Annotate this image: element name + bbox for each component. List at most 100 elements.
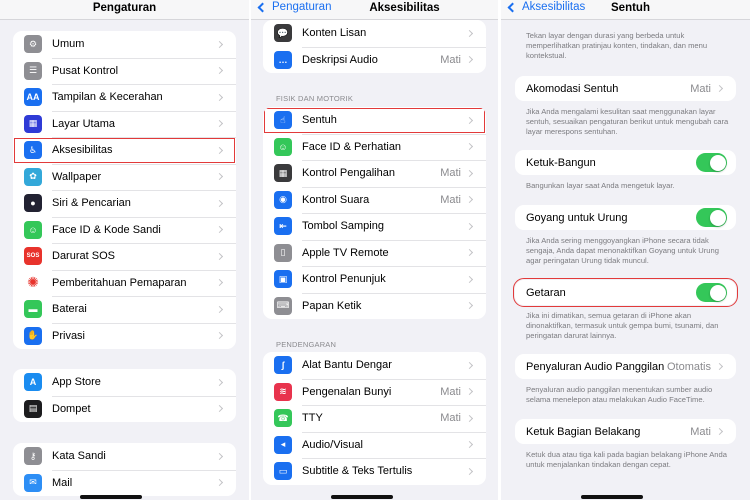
- setting-value: Mati: [690, 425, 711, 438]
- page-title: Sentuh: [611, 2, 650, 14]
- speech-bubble-icon: 💬: [274, 24, 292, 43]
- list-item-siri-and-pencarian[interactable]: ● Siri & Pencarian: [13, 190, 236, 217]
- battery-icon: ▬: [24, 300, 42, 319]
- list-item-audio-visual[interactable]: ◂ Audio/Visual: [263, 431, 486, 459]
- toggle-knob: [709, 154, 726, 171]
- chevron-right-icon: [465, 388, 474, 396]
- list-item-kontrol-suara[interactable]: ◉ Kontrol Suara Mati: [263, 186, 486, 214]
- list-item-darurat-sos[interactable]: SOS Darurat SOS: [13, 243, 236, 270]
- list-item-wallpaper[interactable]: ✿ Wallpaper: [13, 163, 236, 191]
- list-item-layar-utama[interactable]: ▦ Layar Utama: [13, 110, 236, 138]
- nav-bar: Aksesibilitas Sentuh: [501, 0, 750, 20]
- list-item-label: Kontrol Pengalihan: [302, 167, 395, 180]
- list-item-pengenalan-bunyi[interactable]: ≋ Pengenalan Bunyi Mati: [263, 378, 486, 406]
- page-title: Pengaturan: [92, 2, 157, 14]
- setting-footer: Ketuk dua atau tiga kali pada bagian bel…: [526, 450, 727, 469]
- list-item-aksesibilitas[interactable]: ♿ Aksesibilitas: [13, 137, 236, 164]
- setting-label: Penyaluran Audio Panggilan: [526, 360, 665, 373]
- list-item-face-id-and-kode-sandi[interactable]: ☺ Face ID & Kode Sandi: [13, 216, 236, 244]
- list-item-label: Tampilan & Kecerahan: [52, 91, 163, 104]
- list-item-label: Tombol Samping: [302, 220, 384, 233]
- chevron-right-icon: [465, 302, 474, 310]
- list-item-label: Mail: [52, 476, 73, 489]
- chevron-right-icon: [215, 40, 224, 48]
- list-item-sentuh[interactable]: ☝ Sentuh: [263, 107, 486, 134]
- list-item-label: Alat Bantu Dengar: [302, 359, 392, 372]
- setting-value: Otomatis: [666, 360, 711, 373]
- list-item-baterai[interactable]: ▬ Baterai: [13, 296, 236, 323]
- list-item-papan-ketik[interactable]: ⌨ Papan Ketik: [263, 292, 486, 320]
- chevron-right-icon: [465, 222, 474, 230]
- chevron-right-icon: [215, 279, 224, 287]
- list-item-kontrol-pengalihan[interactable]: ▦ Kontrol Pengalihan Mati: [263, 160, 486, 187]
- subtitle-icon: ▭: [274, 462, 292, 481]
- list-item-label: Pusat Kontrol: [52, 64, 119, 77]
- setting-akomodasi-sentuh[interactable]: Akomodasi Sentuh Mati: [515, 76, 736, 101]
- toggle-switch[interactable]: [696, 208, 727, 227]
- toggle-knob: [709, 284, 726, 301]
- toggle-knob: [709, 209, 726, 226]
- list-item-label: Pemberitahuan Pemaparan: [52, 276, 187, 289]
- nav-bar: Pengaturan Aksesibilitas: [251, 0, 498, 20]
- list-item-deskripsi-audio[interactable]: … Deskripsi Audio Mati: [263, 46, 486, 74]
- setting-label: Ketuk Bagian Belakang: [526, 425, 641, 438]
- home-indicator: [331, 495, 393, 499]
- accessibility-group-hearing: ʃ Alat Bantu Dengar ≋ Pengenalan Bunyi Mati ☎…: [263, 352, 486, 485]
- list-item-mail[interactable]: ✉ Mail: [13, 469, 236, 497]
- face-id-icon: ☺: [24, 220, 42, 239]
- accessibility-group-vision: 💬 Konten Lisan … Deskripsi Audio Mati: [263, 20, 486, 73]
- list-item-dompet[interactable]: ▤ Dompet: [13, 395, 236, 423]
- list-item-apple-tv-remote[interactable]: ▯ Apple TV Remote: [263, 239, 486, 267]
- list-item-konten-lisan[interactable]: 💬 Konten Lisan: [263, 20, 486, 47]
- list-item-kontrol-penunjuk[interactable]: ▣ Kontrol Penunjuk: [263, 266, 486, 293]
- settings-group-apps: A App Store ▤ Dompet: [13, 369, 236, 422]
- list-item-label: Umum: [52, 38, 85, 51]
- page-title: Aksesibilitas: [369, 2, 440, 14]
- setting-label: Ketuk-Bangun: [526, 156, 596, 169]
- chevron-right-icon: [465, 441, 474, 449]
- setting-goyang-untuk-urung[interactable]: Goyang untuk Urung: [515, 205, 736, 230]
- chevron-right-icon: [465, 116, 474, 124]
- list-item-app-store[interactable]: A App Store: [13, 369, 236, 396]
- list-item-pemberitahuan-pemaparan[interactable]: ✺ Pemberitahuan Pemaparan: [13, 269, 236, 297]
- list-item-label: Apple TV Remote: [302, 246, 389, 259]
- list-item-label: Siri & Pencarian: [52, 197, 131, 210]
- home-indicator: [581, 495, 643, 499]
- chevron-right-icon: [465, 249, 474, 257]
- list-item-umum[interactable]: ⚙ Umum: [13, 31, 236, 58]
- chevron-right-icon: [715, 84, 724, 93]
- list-item-privasi[interactable]: ✋ Privasi: [13, 322, 236, 350]
- chevron-right-icon: [465, 29, 474, 37]
- list-item-alat-bantu-dengar[interactable]: ʃ Alat Bantu Dengar: [263, 352, 486, 379]
- setting-footer: Bangunkan layar saat Anda mengetuk layar…: [526, 181, 675, 190]
- list-item-label: Konten Lisan: [302, 27, 367, 40]
- chevron-right-icon: [215, 146, 224, 154]
- list-item-label: Layar Utama: [52, 117, 115, 130]
- setting-ketuk-bangun[interactable]: Ketuk-Bangun: [515, 150, 736, 175]
- list-item-tampilan-and-kecerahan[interactable]: AA Tampilan & Kecerahan: [13, 84, 236, 111]
- setting-footer: Jika ini dimatikan, semua getaran di iPh…: [526, 311, 719, 340]
- setting-footer: Jika Anda mengalami kesulitan saat mengg…: [526, 107, 729, 136]
- list-item-tombol-samping[interactable]: ⇤ Tombol Samping: [263, 213, 486, 240]
- list-item-subtitle-and-teks-tertulis[interactable]: ▭ Subtitle & Teks Tertulis: [263, 458, 486, 485]
- text-size-icon: AA: [24, 88, 42, 107]
- siri-icon: ●: [24, 194, 42, 213]
- chevron-right-icon: [215, 67, 224, 75]
- setting-penyaluran-audio-panggilan[interactable]: Penyaluran Audio Panggilan Otomatis: [515, 354, 736, 379]
- section-header-hearing: PENDENGARAN: [276, 340, 337, 349]
- keyboard-icon: ⌨: [274, 296, 292, 315]
- setting-ketuk-bagian-belakang[interactable]: Ketuk Bagian Belakang Mati: [515, 419, 736, 444]
- list-item-face-id-and-perhatian[interactable]: ☺ Face ID & Perhatian: [263, 133, 486, 161]
- remote-icon: ▯: [274, 243, 292, 262]
- list-item-kata-sandi[interactable]: ⚷ Kata Sandi: [13, 443, 236, 470]
- list-item-label: Privasi: [52, 329, 86, 342]
- toggle-switch[interactable]: [696, 283, 727, 302]
- setting-label: Akomodasi Sentuh: [526, 82, 619, 95]
- toggle-switch[interactable]: [696, 153, 727, 172]
- chevron-right-icon: [215, 405, 224, 413]
- list-item-pusat-kontrol[interactable]: ☰ Pusat Kontrol: [13, 57, 236, 85]
- sound-recognition-icon: ≋: [274, 382, 292, 401]
- list-item-tty[interactable]: ☎ TTY Mati: [263, 405, 486, 432]
- setting-getaran[interactable]: Getaran: [513, 278, 738, 307]
- side-button-icon: ⇤: [274, 217, 292, 236]
